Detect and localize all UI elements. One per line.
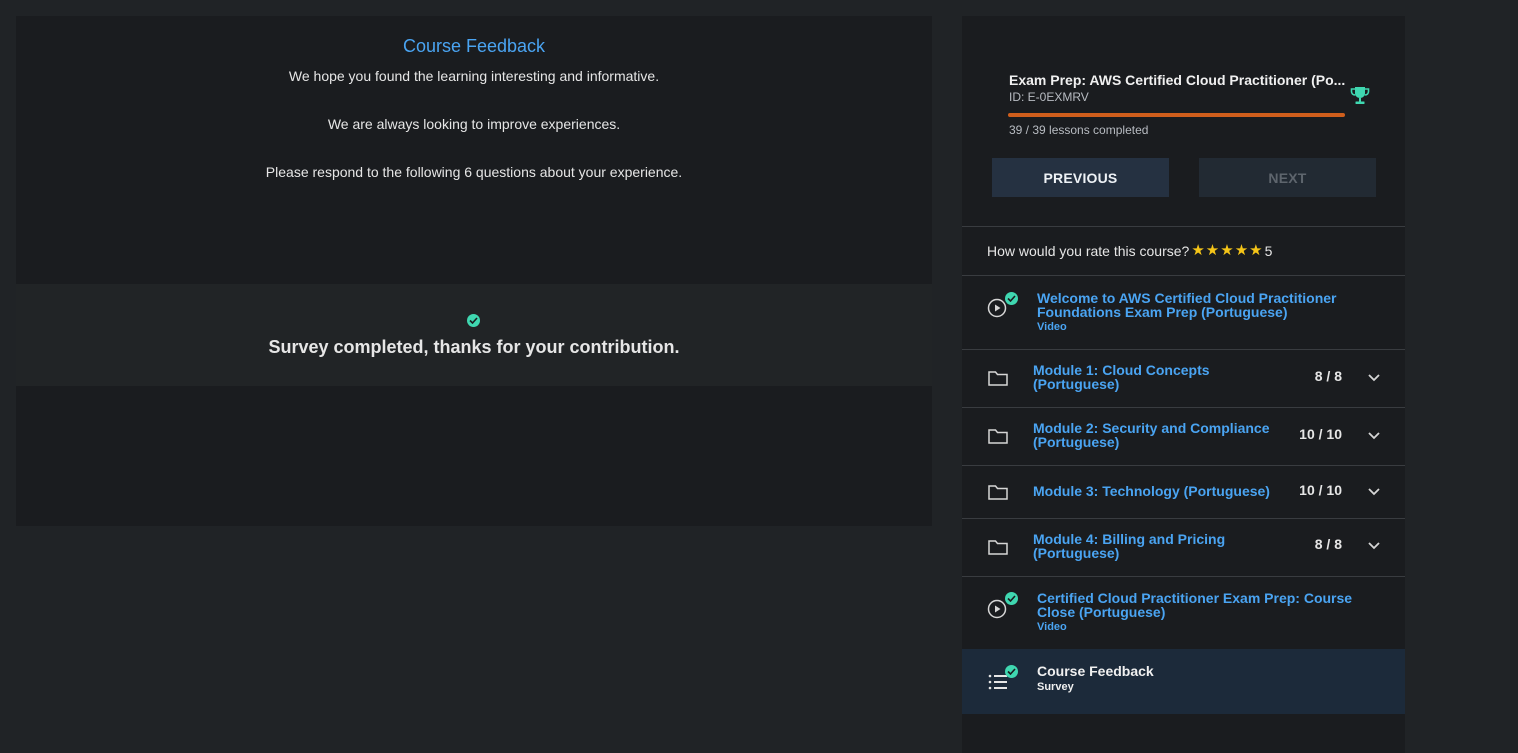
feedback-text-line: We hope you found the learning interesti… <box>288 68 660 84</box>
survey-completed-message: Survey completed, thanks for your contri… <box>268 337 680 357</box>
course-sidebar: Exam Prep: AWS Certified Cloud Practitio… <box>962 16 1405 753</box>
course-summary-card: Exam Prep: AWS Certified Cloud Practitio… <box>962 16 1405 226</box>
lesson-type: Survey <box>1037 681 1074 693</box>
trophy-icon <box>1350 87 1370 104</box>
completed-check-icon <box>1005 592 1018 605</box>
module-progress-count: 8 / 8 <box>1314 368 1342 384</box>
module-title-line[interactable]: Module 1: Cloud Concepts <box>1033 363 1210 377</box>
check-icon <box>467 314 480 327</box>
lesson-title-line[interactable]: Foundations Exam Prep (Portuguese) <box>1037 305 1287 319</box>
star-icon[interactable]: ★ <box>1191 243 1204 259</box>
chevron-down-icon[interactable] <box>1367 487 1381 497</box>
module-title-line[interactable]: Module 2: Security and Compliance <box>1033 421 1270 435</box>
completed-check-icon <box>1005 292 1018 305</box>
module-progress-count: 8 / 8 <box>1314 536 1342 552</box>
lesson-title-line[interactable]: Certified Cloud Practitioner Exam Prep: … <box>1037 591 1352 605</box>
feedback-panel: Course Feedback We hope you found the le… <box>16 16 932 526</box>
rating-question: How would you rate this course? <box>987 243 1190 259</box>
play-circle-icon <box>987 298 1007 318</box>
folder-icon <box>988 429 1008 444</box>
course-title[interactable]: Exam Prep: AWS Certified Cloud Practitio… <box>1009 71 1349 89</box>
module-item-3[interactable]: Module 3: Technology (Portuguese) 10 / 1… <box>962 466 1405 518</box>
lesson-type: Video <box>1037 321 1067 333</box>
course-id: ID: E-0EXMRV <box>1009 90 1089 104</box>
survey-completed-banner: Survey completed, thanks for your contri… <box>16 284 932 386</box>
folder-icon <box>988 485 1008 500</box>
lesson-item-course-close[interactable]: Certified Cloud Practitioner Exam Prep: … <box>962 577 1405 649</box>
module-title-line[interactable]: Module 3: Technology (Portuguese) <box>1033 484 1270 498</box>
chevron-down-icon[interactable] <box>1367 373 1381 383</box>
module-progress-count: 10 / 10 <box>1299 426 1342 442</box>
play-circle-icon <box>987 599 1007 619</box>
chevron-down-icon[interactable] <box>1367 431 1381 441</box>
module-title-line[interactable]: Module 4: Billing and Pricing <box>1033 532 1225 546</box>
star-icon[interactable]: ★ <box>1206 243 1219 259</box>
feedback-text-line: We are always looking to improve experie… <box>327 116 621 132</box>
rating-stars[interactable]: ★ ★ ★ ★ ★ <box>1191 243 1263 259</box>
completed-check-icon <box>1005 665 1018 678</box>
feedback-text-line: Please respond to the following 6 questi… <box>265 164 683 180</box>
module-title-line[interactable]: (Portuguese) <box>1033 377 1119 391</box>
module-title-line[interactable]: (Portuguese) <box>1033 435 1119 449</box>
module-item-2[interactable]: Module 2: Security and Compliance (Portu… <box>962 408 1405 465</box>
lesson-title-line[interactable]: Close (Portuguese) <box>1037 605 1165 619</box>
module-progress-count: 10 / 10 <box>1299 482 1342 498</box>
folder-icon <box>988 540 1008 555</box>
module-item-1[interactable]: Module 1: Cloud Concepts (Portuguese) 8 … <box>962 350 1405 407</box>
lesson-title-line[interactable]: Welcome to AWS Certified Cloud Practitio… <box>1037 291 1336 305</box>
course-progress-fill <box>1008 113 1345 117</box>
lesson-item-welcome[interactable]: Welcome to AWS Certified Cloud Practitio… <box>962 276 1405 349</box>
lesson-type: Video <box>1037 621 1067 633</box>
star-icon[interactable]: ★ <box>1235 243 1248 259</box>
module-title-line[interactable]: (Portuguese) <box>1033 546 1119 560</box>
lessons-completed-text: 39 / 39 lessons completed <box>1009 123 1149 137</box>
course-progress-bar <box>1008 113 1345 117</box>
rating-label-group: How would you rate this course? ★ ★ ★ ★ ★ 5 <box>987 243 1273 260</box>
lesson-item-course-feedback[interactable]: Course Feedback Survey <box>962 649 1405 714</box>
star-icon[interactable]: ★ <box>1220 243 1233 259</box>
feedback-title: Course Feedback <box>402 36 546 56</box>
rating-value: 5 <box>1264 243 1273 259</box>
course-rating: How would you rate this course? ★ ★ ★ ★ ★ 5 <box>962 227 1405 275</box>
lesson-title-line[interactable]: Course Feedback <box>1037 664 1154 678</box>
module-item-4[interactable]: Module 4: Billing and Pricing (Portugues… <box>962 519 1405 576</box>
folder-icon <box>988 371 1008 386</box>
next-button[interactable]: NEXT <box>1199 158 1376 197</box>
list-icon <box>988 674 1007 690</box>
previous-button[interactable]: PREVIOUS <box>992 158 1169 197</box>
star-icon[interactable]: ★ <box>1249 243 1262 259</box>
feedback-intro: Course Feedback We hope you found the le… <box>16 16 932 284</box>
chevron-down-icon[interactable] <box>1367 541 1381 551</box>
